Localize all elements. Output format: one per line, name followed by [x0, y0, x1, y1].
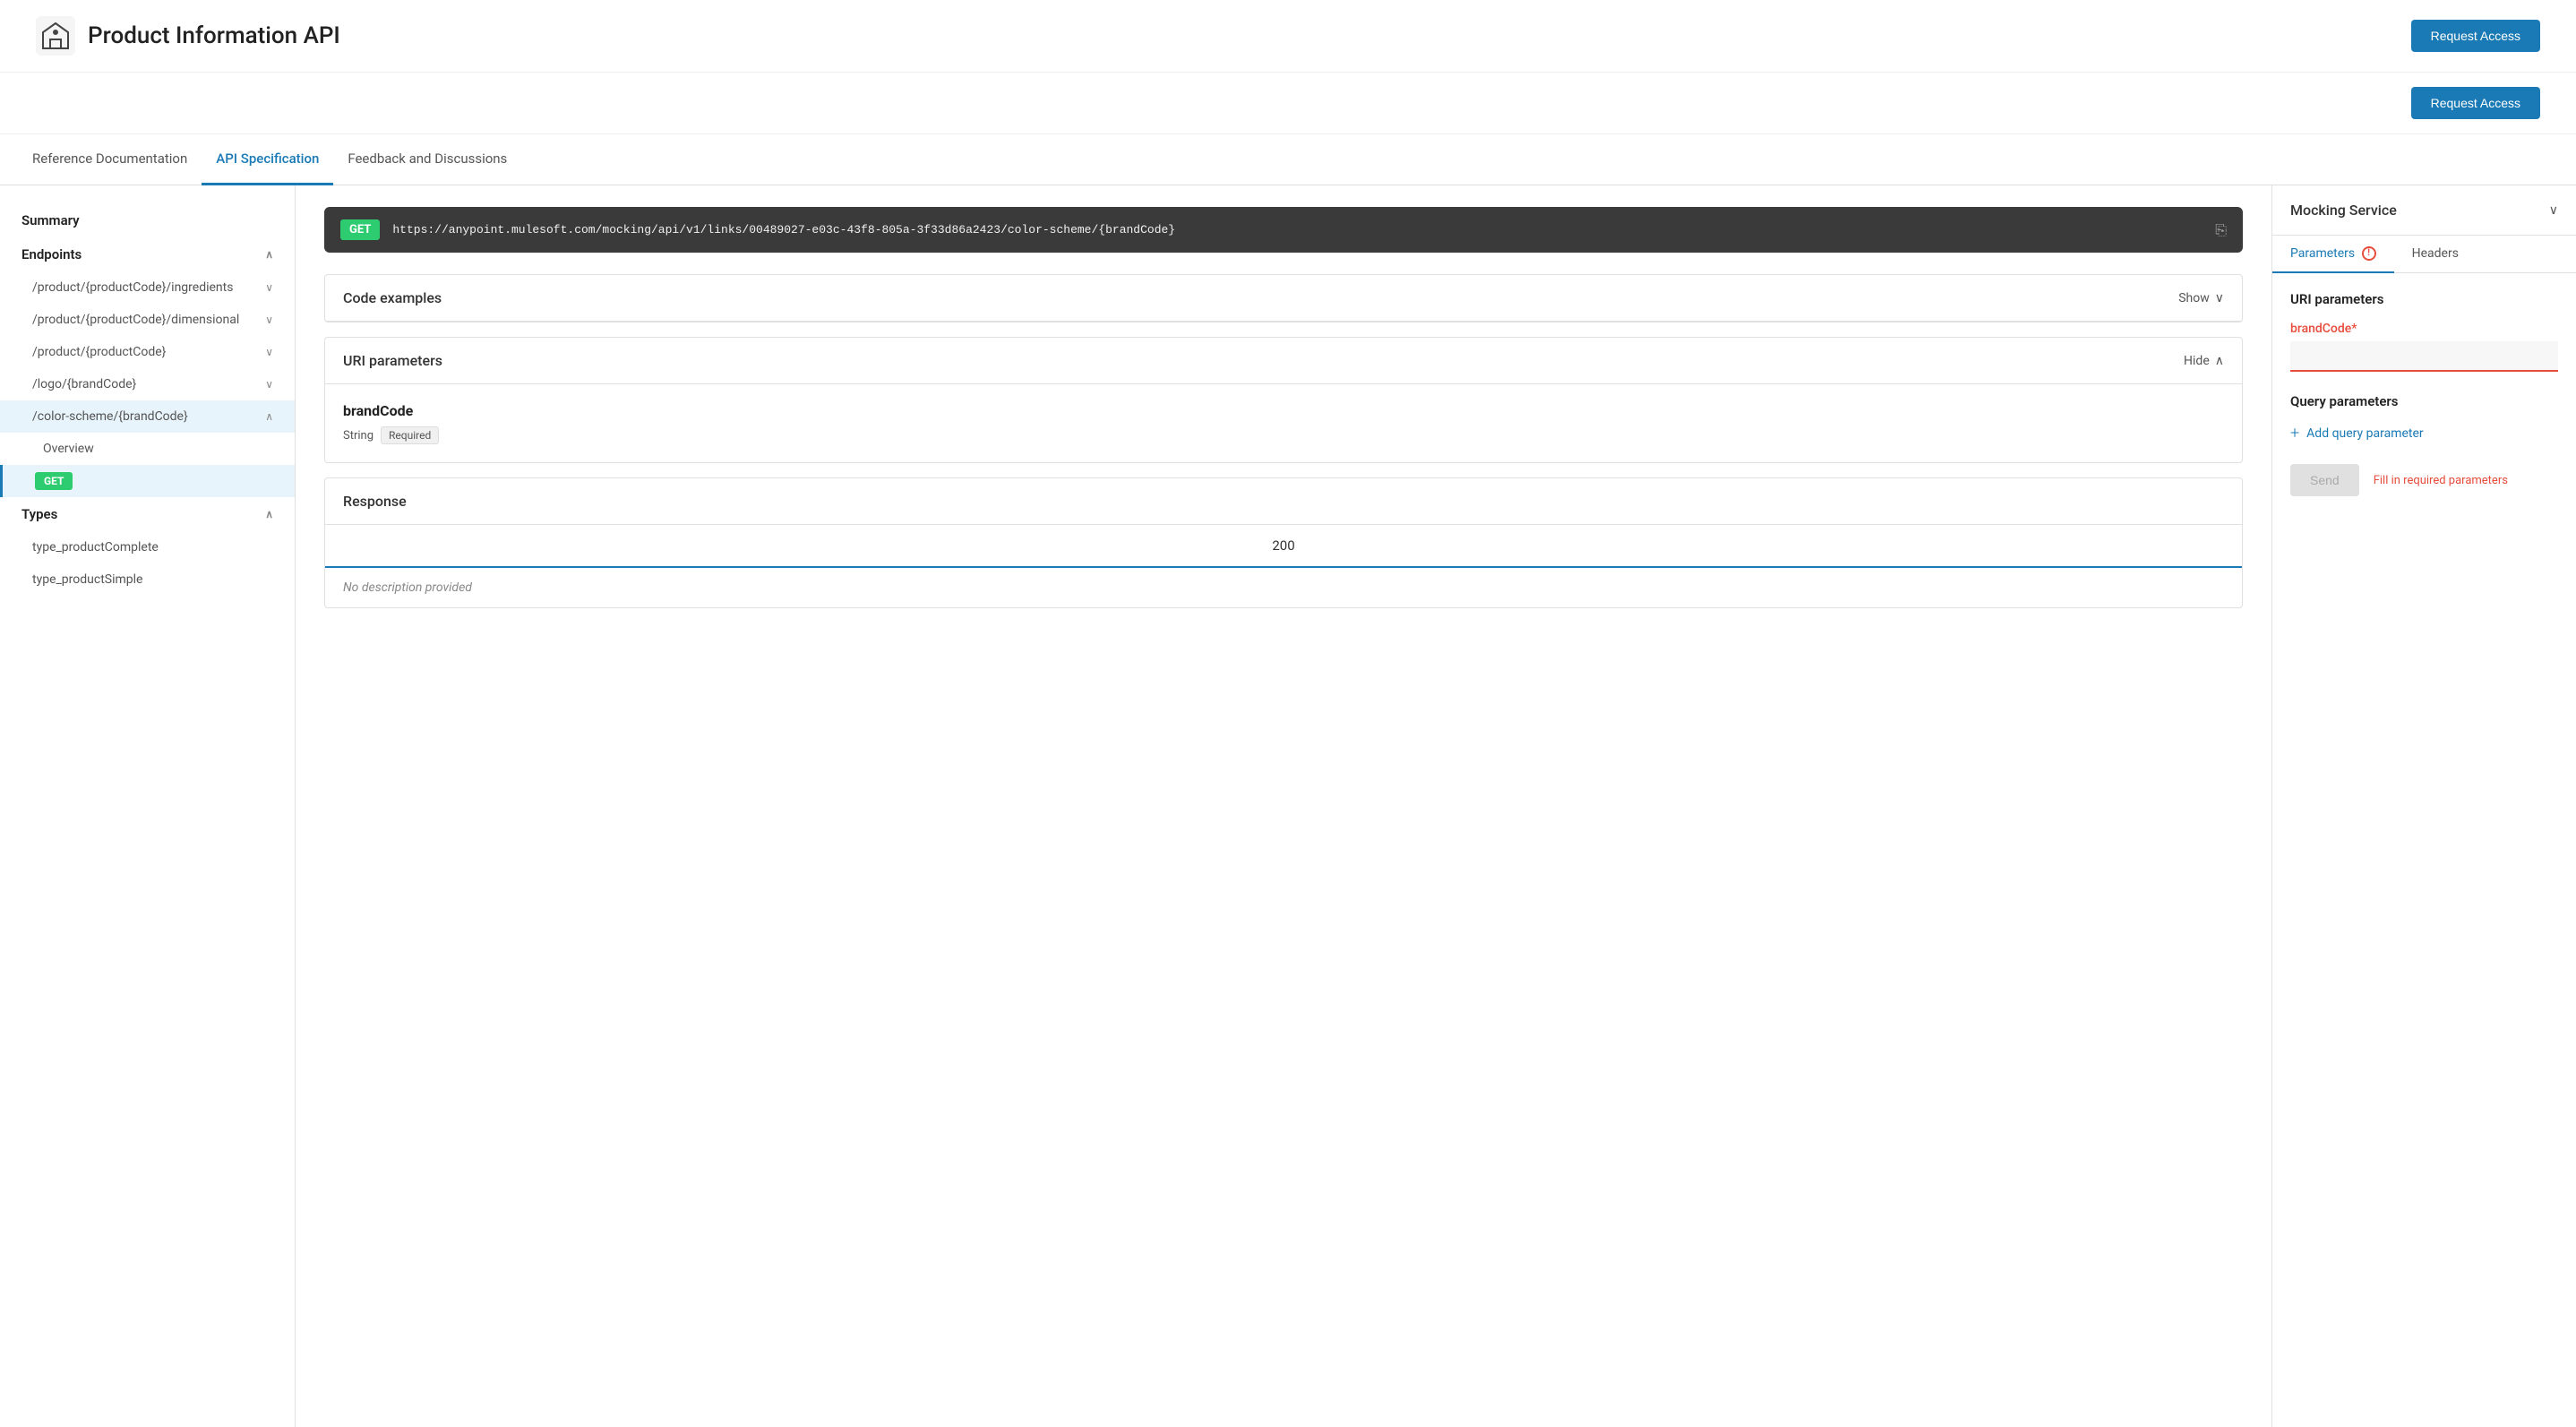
color-scheme-chevron-icon: ∧ [265, 410, 273, 423]
param-badges: String Required [343, 426, 2224, 444]
header-left: Product Information API [36, 16, 340, 56]
main-tabs: Reference Documentation API Specificatio… [0, 134, 2576, 185]
app-title: Product Information API [88, 22, 340, 49]
sidebar-item-color-scheme[interactable]: /color-scheme/{brandCode} ∧ [0, 400, 295, 433]
parameters-indicator: ! [2362, 246, 2376, 261]
request-access-button-2[interactable]: Request Access [2411, 87, 2540, 119]
uri-parameters-body: brandCode String Required [325, 384, 2242, 462]
tab-headers[interactable]: Headers [2394, 236, 2477, 273]
send-row: Send Fill in required parameters [2290, 464, 2558, 496]
response-description: No description provided [325, 568, 2242, 607]
send-button[interactable]: Send [2290, 464, 2359, 496]
uri-parameters-title: URI parameters [343, 352, 442, 369]
param-required-badge: Required [381, 426, 439, 444]
response-header: Response [325, 478, 2242, 525]
code-examples-toggle[interactable]: Show ∨ [2178, 291, 2224, 305]
add-query-param-button[interactable]: + Add query parameter [2290, 424, 2558, 443]
code-examples-section: Code examples Show ∨ [324, 274, 2243, 322]
types-chevron-icon: ∧ [265, 508, 273, 520]
tab-parameters[interactable]: Parameters ! [2272, 236, 2394, 273]
sidebar-item-get[interactable]: GET [0, 465, 295, 497]
app-header: Product Information API Request Access [0, 0, 2576, 73]
get-method-badge[interactable]: GET [35, 472, 73, 490]
sidebar: Summary Endpoints ∧ /product/{productCod… [0, 185, 296, 1427]
dimensional-chevron-icon: ∨ [265, 314, 273, 326]
param-type-badge: String [343, 429, 374, 443]
endpoints-chevron-icon: ∧ [265, 248, 273, 261]
product-code-chevron-icon: ∨ [265, 346, 273, 358]
right-panel-tabs: Parameters ! Headers [2272, 236, 2576, 273]
sidebar-item-endpoints: Endpoints ∧ [0, 237, 295, 271]
right-panel-body: URI parameters brandCode* Query paramete… [2272, 273, 2576, 1427]
sidebar-item-summary[interactable]: Summary [0, 203, 295, 237]
uri-parameters-header: URI parameters Hide ∧ [325, 338, 2242, 384]
uri-parameters-section: URI parameters Hide ∧ brandCode String R… [324, 337, 2243, 463]
url-method-badge: GET [340, 219, 380, 240]
sidebar-item-ingredients[interactable]: /product/{productCode}/ingredients ∨ [0, 271, 295, 304]
brand-code-label: brandCode* [2290, 322, 2558, 336]
param-name: brandCode [343, 402, 2224, 419]
response-title: Response [343, 493, 407, 510]
logo-brand-code-chevron-icon: ∨ [265, 378, 273, 391]
right-panel: Mocking Service ∨ Parameters ! Headers U… [2271, 185, 2576, 1427]
response-code: 200 [1272, 537, 1294, 554]
sub-header: Request Access [0, 73, 2576, 134]
sidebar-item-logo-brand-code[interactable]: /logo/{brandCode} ∨ [0, 368, 295, 400]
code-examples-header: Code examples Show ∨ [325, 275, 2242, 322]
copy-icon[interactable]: ⎘ [2215, 221, 2227, 239]
sidebar-item-type-product-simple[interactable]: type_productSimple [0, 563, 295, 596]
url-text: https://anypoint.mulesoft.com/mocking/ap… [392, 223, 2202, 236]
uri-parameters-toggle[interactable]: Hide ∧ [2184, 354, 2224, 368]
sidebar-item-types: Types ∧ [0, 497, 295, 531]
sidebar-item-dimensional[interactable]: /product/{productCode}/dimensional ∨ [0, 304, 295, 336]
code-examples-title: Code examples [343, 289, 442, 306]
query-params-section-label: Query parameters [2290, 393, 2558, 409]
add-plus-icon: + [2290, 424, 2299, 443]
ingredients-chevron-icon: ∨ [265, 281, 273, 294]
mocking-service-chevron-icon[interactable]: ∨ [2549, 203, 2558, 218]
fill-required-message: Fill in required parameters [2374, 474, 2508, 487]
code-examples-chevron-icon: ∨ [2215, 291, 2224, 305]
brand-code-input[interactable] [2290, 341, 2558, 372]
main-layout: Summary Endpoints ∧ /product/{productCod… [0, 185, 2576, 1427]
tab-feedback-discussions[interactable]: Feedback and Discussions [333, 134, 521, 185]
tab-reference-documentation[interactable]: Reference Documentation [18, 134, 202, 185]
sidebar-item-product-code[interactable]: /product/{productCode} ∨ [0, 336, 295, 368]
response-code-row: 200 [325, 525, 2242, 568]
url-bar: GET https://anypoint.mulesoft.com/mockin… [324, 207, 2243, 253]
tab-api-specification[interactable]: API Specification [202, 134, 333, 185]
mocking-service-title: Mocking Service [2290, 202, 2397, 219]
mocking-service-header: Mocking Service ∨ [2272, 185, 2576, 236]
app-logo-icon [36, 16, 75, 56]
uri-params-section-label: URI parameters [2290, 291, 2558, 307]
main-content: GET https://anypoint.mulesoft.com/mockin… [296, 185, 2271, 1427]
uri-parameters-chevron-icon: ∧ [2215, 354, 2224, 368]
request-access-button-1[interactable]: Request Access [2411, 20, 2540, 52]
sidebar-item-overview[interactable]: Overview [0, 433, 295, 465]
response-section: Response 200 No description provided [324, 477, 2243, 608]
sidebar-item-type-product-complete[interactable]: type_productComplete [0, 531, 295, 563]
